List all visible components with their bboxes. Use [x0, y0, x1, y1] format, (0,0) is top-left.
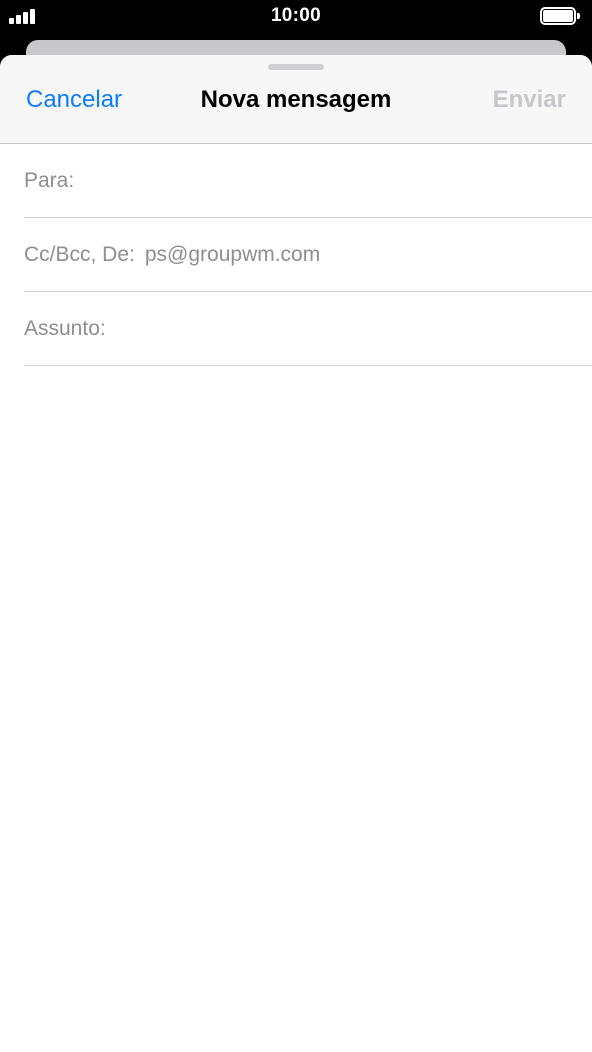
send-button[interactable]: Enviar: [493, 86, 566, 114]
compose-nav-bar: Cancelar Nova mensagem Enviar: [0, 55, 592, 144]
to-input[interactable]: [84, 160, 592, 201]
screen: 10:00 Cancelar Nova mensagem Enviar Para…: [0, 0, 592, 1052]
sheet-grabber-handle[interactable]: [268, 64, 324, 70]
to-field-row[interactable]: Para:: [24, 144, 592, 218]
to-label: Para:: [24, 168, 75, 192]
ccbcc-from-field-row[interactable]: Cc/Bcc, De: ps@groupwm.com: [24, 218, 592, 292]
status-time: 10:00: [270, 5, 322, 26]
message-body[interactable]: [0, 366, 592, 1006]
subject-label: Assunto:: [24, 316, 106, 340]
status-bar: 10:00: [0, 0, 592, 34]
subject-field-row[interactable]: Assunto:: [24, 292, 592, 366]
from-address[interactable]: ps@groupwm.com: [145, 243, 320, 267]
subject-input[interactable]: [115, 308, 592, 349]
ccbcc-from-label: Cc/Bcc, De:: [24, 242, 135, 266]
cancel-button[interactable]: Cancelar: [26, 86, 122, 114]
compose-sheet: Cancelar Nova mensagem Enviar Para: Cc/B…: [0, 55, 592, 1052]
battery-icon: [540, 7, 580, 25]
